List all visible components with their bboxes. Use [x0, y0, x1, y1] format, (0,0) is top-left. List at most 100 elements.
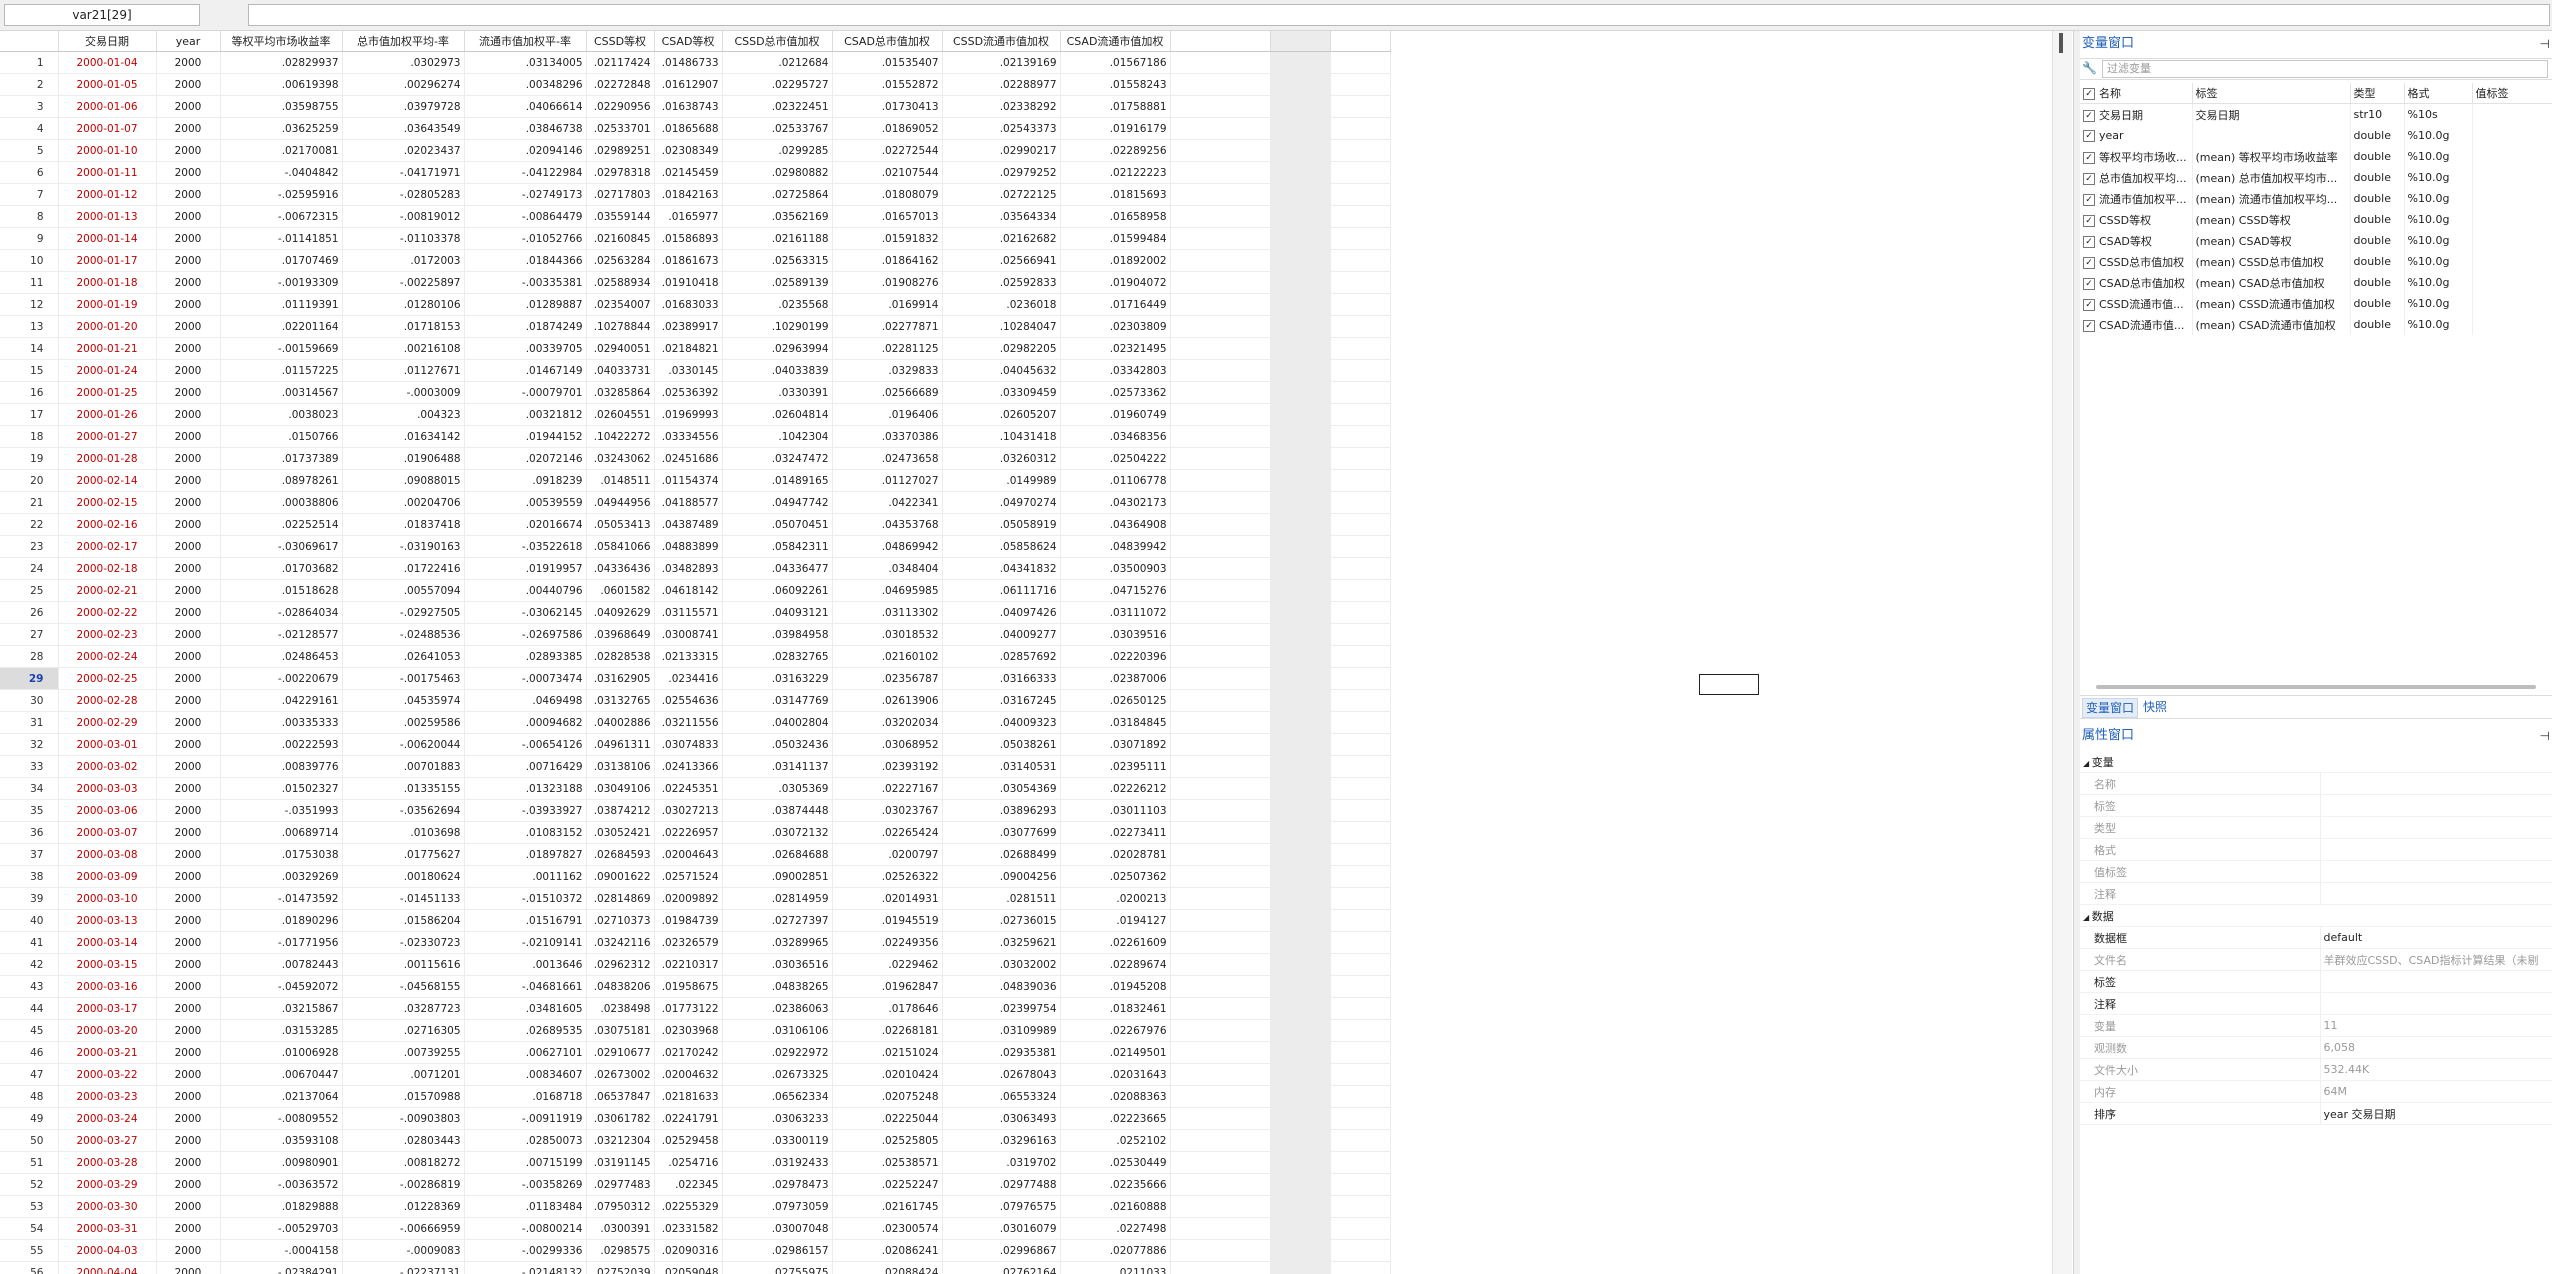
table-cell[interactable]: -.00079701: [464, 381, 587, 404]
table-cell[interactable]: 2000-02-25: [58, 667, 157, 690]
table-row[interactable]: 2 2000-01-05 2000.00619398.00296274.003482…: [0, 73, 1391, 96]
table-cell[interactable]: .09002851: [722, 865, 833, 888]
table-row[interactable]: 24 2000-02-18 2000.01703682.01722416.01919…: [0, 557, 1391, 580]
row-number[interactable]: 16: [0, 381, 59, 404]
table-cell[interactable]: .00339705: [464, 337, 587, 360]
table-cell-empty[interactable]: [1270, 997, 1331, 1020]
row-number[interactable]: 33: [0, 755, 59, 778]
table-cell[interactable]: .05053413: [586, 513, 655, 536]
table-cell[interactable]: .02529458: [654, 1129, 723, 1152]
table-cell[interactable]: -.0404842: [220, 161, 343, 184]
table-cell[interactable]: .04838265: [722, 975, 833, 998]
table-cell[interactable]: -.00358269: [464, 1173, 587, 1196]
table-cell-empty[interactable]: [1330, 535, 1391, 558]
table-cell[interactable]: .02031643: [1060, 1063, 1171, 1086]
table-cell-empty[interactable]: [1170, 689, 1271, 712]
table-cell[interactable]: .05070451: [722, 513, 833, 536]
table-cell[interactable]: .04838206: [586, 975, 655, 998]
table-cell[interactable]: .02288977: [942, 73, 1061, 96]
table-cell-empty[interactable]: [1270, 425, 1331, 448]
table-cell[interactable]: .01127671: [342, 359, 465, 382]
table-cell[interactable]: .03023767: [832, 799, 943, 822]
table-cell-empty[interactable]: [1330, 689, 1391, 712]
table-cell[interactable]: -.03062145: [464, 601, 587, 624]
table-cell[interactable]: .01960749: [1060, 403, 1171, 426]
table-cell[interactable]: .03192433: [722, 1151, 833, 1174]
table-cell[interactable]: .02533767: [722, 117, 833, 140]
property-row[interactable]: 格式: [2080, 838, 2552, 861]
table-cell[interactable]: 2000-01-12: [58, 183, 157, 206]
table-cell[interactable]: -.04568155: [342, 975, 465, 998]
table-cell[interactable]: .02573362: [1060, 381, 1171, 404]
table-cell[interactable]: 2000: [156, 667, 221, 690]
table-cell[interactable]: .03564334: [942, 205, 1061, 228]
table-cell[interactable]: -.00819012: [342, 205, 465, 228]
row-number[interactable]: 31: [0, 711, 59, 734]
table-cell[interactable]: .02979252: [942, 161, 1061, 184]
table-cell-empty[interactable]: [1170, 557, 1271, 580]
table-cell[interactable]: .02850073: [464, 1129, 587, 1152]
table-cell[interactable]: .02252514: [220, 513, 343, 536]
table-cell[interactable]: .0918239: [464, 469, 587, 492]
table-cell[interactable]: .01892002: [1060, 249, 1171, 272]
table-cell[interactable]: .04093121: [722, 601, 833, 624]
table-cell[interactable]: .06092261: [722, 579, 833, 602]
table-cell[interactable]: 2000: [156, 315, 221, 338]
table-cell[interactable]: .02688499: [942, 843, 1061, 866]
table-cell[interactable]: 2000-01-04: [58, 51, 157, 74]
table-cell[interactable]: .02717803: [586, 183, 655, 206]
table-cell[interactable]: .02170081: [220, 139, 343, 162]
table-cell[interactable]: .02722125: [942, 183, 1061, 206]
table-cell[interactable]: .02010424: [832, 1063, 943, 1086]
table-cell[interactable]: .01486733: [654, 51, 723, 74]
property-row[interactable]: 观测数 6,058: [2080, 1036, 2552, 1059]
table-cell[interactable]: 2000-04-03: [58, 1239, 157, 1262]
column-header-empty[interactable]: [1170, 31, 1271, 52]
table-cell[interactable]: 2000: [156, 579, 221, 602]
table-cell-empty[interactable]: [1330, 381, 1391, 404]
cell-value-input[interactable]: [248, 4, 2550, 26]
table-cell[interactable]: 2000-02-24: [58, 645, 157, 668]
table-cell-empty[interactable]: [1330, 51, 1391, 74]
table-cell-empty[interactable]: [1270, 931, 1331, 954]
table-cell-empty[interactable]: [1170, 161, 1271, 184]
table-cell[interactable]: .01612907: [654, 73, 723, 96]
table-cell-empty[interactable]: [1170, 425, 1271, 448]
row-number[interactable]: 52: [0, 1173, 59, 1196]
table-cell[interactable]: 2000: [156, 73, 221, 96]
property-row[interactable]: 注释: [2080, 882, 2552, 905]
table-cell-empty[interactable]: [1330, 117, 1391, 140]
table-cell-empty[interactable]: [1170, 1041, 1271, 1064]
row-number[interactable]: 54: [0, 1217, 59, 1240]
row-number[interactable]: 6: [0, 161, 59, 184]
column-header[interactable]: CSAD流通市值加权: [1060, 31, 1171, 52]
table-cell[interactable]: .02268181: [832, 1019, 943, 1042]
table-row[interactable]: 45 2000-03-20 2000.03153285.02716305.02689…: [0, 1019, 1391, 1042]
table-cell-empty[interactable]: [1170, 73, 1271, 96]
table-cell[interactable]: 2000-03-20: [58, 1019, 157, 1042]
table-cell[interactable]: .04302173: [1060, 491, 1171, 514]
table-cell[interactable]: .02536392: [654, 381, 723, 404]
table-row[interactable]: 8 2000-01-13 2000 -.00672315 -.00819012 -.008…: [0, 205, 1391, 228]
table-cell[interactable]: 2000-01-24: [58, 359, 157, 382]
table-cell[interactable]: .03984958: [722, 623, 833, 646]
table-cell[interactable]: 2000: [156, 469, 221, 492]
table-cell[interactable]: 2000-02-21: [58, 579, 157, 602]
table-cell[interactable]: .04336477: [722, 557, 833, 580]
table-cell-empty[interactable]: [1270, 205, 1331, 228]
table-cell[interactable]: .01869052: [832, 117, 943, 140]
table-cell[interactable]: 2000: [156, 953, 221, 976]
table-cell-empty[interactable]: [1270, 117, 1331, 140]
table-cell-empty[interactable]: [1330, 843, 1391, 866]
table-cell[interactable]: .01958675: [654, 975, 723, 998]
table-cell[interactable]: .0299285: [722, 139, 833, 162]
property-section-header[interactable]: ◢ 数据: [2080, 904, 2552, 927]
table-cell-empty[interactable]: [1330, 1129, 1391, 1152]
table-row[interactable]: 7 2000-01-12 2000 -.02595916 -.02805283 -.027…: [0, 183, 1391, 206]
table-cell[interactable]: .02241791: [654, 1107, 723, 1130]
table-cell[interactable]: -.00159669: [220, 337, 343, 360]
table-row[interactable]: 27 2000-02-23 2000 -.02128577 -.02488536 -.02…: [0, 623, 1391, 646]
table-row[interactable]: 13 2000-01-20 2000.02201164.01718153.01874…: [0, 315, 1391, 338]
table-cell[interactable]: .04002886: [586, 711, 655, 734]
table-cell[interactable]: .02255329: [654, 1195, 723, 1218]
